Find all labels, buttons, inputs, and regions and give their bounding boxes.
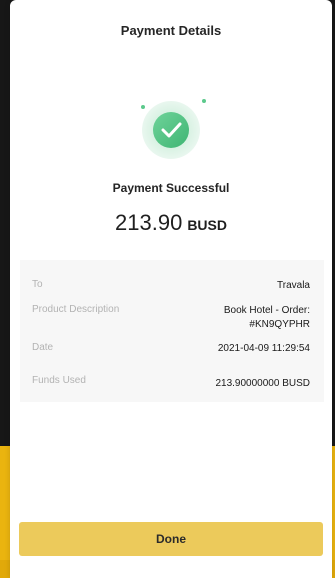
check-circle-icon bbox=[141, 99, 206, 159]
detail-value: Book Hotel - Order: #KN9QYPHR bbox=[224, 304, 310, 332]
detail-value: 213.90000000 BUSD bbox=[215, 378, 310, 389]
detail-value-line: Book Hotel - Order: bbox=[223, 305, 310, 316]
screen: Payment Details Payment Successful 213.9… bbox=[0, 0, 335, 578]
done-button[interactable]: Done bbox=[19, 522, 323, 556]
detail-label: To bbox=[32, 279, 43, 290]
status-text: Payment Successful bbox=[112, 181, 230, 195]
detail-label: Funds Used bbox=[32, 375, 86, 386]
detail-label: Date bbox=[32, 342, 54, 353]
amount-value: 213.90 bbox=[115, 210, 183, 235]
detail-value: 2021-04-09 11:29:54 bbox=[217, 343, 310, 354]
amount-display: 213.90 BUSD bbox=[10, 210, 332, 236]
page-title: Payment Details bbox=[120, 23, 222, 38]
detail-label: Product Description bbox=[32, 304, 120, 315]
amount-currency: BUSD bbox=[187, 217, 227, 233]
detail-value: Travala bbox=[277, 280, 310, 291]
detail-value-line: #KN9QYPHR bbox=[249, 319, 310, 330]
details-panel: To Travala Product Description Book Hote… bbox=[20, 260, 324, 402]
